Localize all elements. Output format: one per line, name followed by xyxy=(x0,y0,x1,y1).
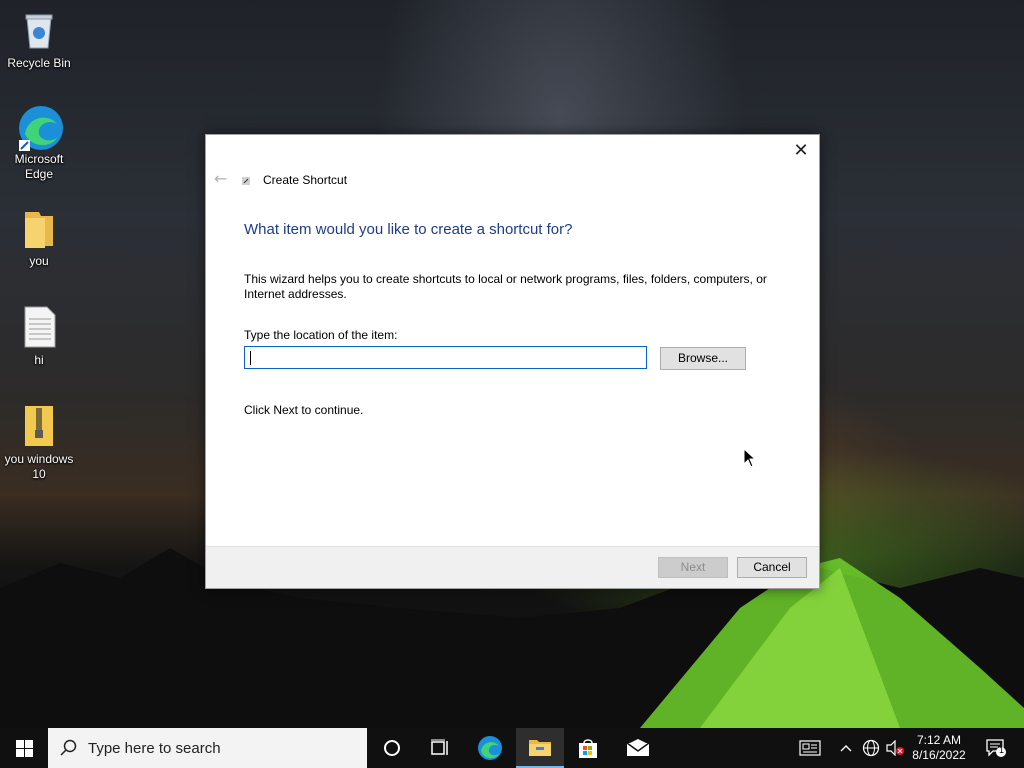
browse-button[interactable]: Browse... xyxy=(660,347,746,370)
folder-icon xyxy=(17,206,61,250)
next-button[interactable]: Next xyxy=(658,557,728,578)
news-button[interactable] xyxy=(796,728,824,768)
volume-muted-icon xyxy=(886,740,904,756)
recycle-bin-icon xyxy=(17,8,61,52)
dialog-title: Create Shortcut xyxy=(263,173,348,187)
create-shortcut-dialog: ✕ ← Create Shortcut What item would you … xyxy=(205,134,820,589)
taskbar-file-explorer-button[interactable] xyxy=(516,728,564,768)
clock-date: 8/16/2022 xyxy=(912,748,966,762)
task-view-button[interactable] xyxy=(416,728,464,768)
mouse-cursor-icon xyxy=(743,448,757,468)
desktop-icon-you[interactable]: you xyxy=(1,206,77,269)
mail-icon xyxy=(626,739,650,756)
dialog-heading: What item would you like to create a sho… xyxy=(244,221,573,238)
desktop-icon-label: you xyxy=(29,254,49,268)
taskbar-store-button[interactable] xyxy=(564,728,612,768)
desktop-icon-recycle-bin[interactable]: Recycle Bin xyxy=(1,8,77,71)
chevron-up-icon xyxy=(840,745,852,752)
edge-icon xyxy=(478,736,502,760)
desktop-icon-you-windows-10[interactable]: you windows 10 xyxy=(1,404,77,482)
back-arrow-icon[interactable]: ← xyxy=(214,171,234,187)
cortana-icon xyxy=(384,740,400,756)
desktop-icon-microsoft-edge[interactable]: Microsoft Edge xyxy=(1,104,77,182)
cortana-button[interactable] xyxy=(368,728,416,768)
windows-logo-icon xyxy=(15,739,33,757)
taskbar-edge-button[interactable] xyxy=(466,728,514,768)
search-icon xyxy=(60,739,77,756)
edge-icon xyxy=(17,104,63,151)
taskbar-search-box[interactable]: Type here to search xyxy=(48,728,367,768)
task-view-icon xyxy=(431,739,448,755)
zip-folder-icon xyxy=(17,404,61,448)
desktop-icon-hi[interactable]: hi xyxy=(1,305,77,368)
taskbar-mail-button[interactable] xyxy=(614,728,662,768)
text-caret xyxy=(250,351,251,365)
shortcut-wizard-icon xyxy=(242,177,250,185)
taskbar: Type here to search 7:12 AM 8/16/2022 1 xyxy=(0,728,1024,768)
start-button[interactable] xyxy=(0,728,48,768)
dialog-description: This wizard helps you to create shortcut… xyxy=(244,272,767,301)
action-center-button[interactable]: 1 xyxy=(980,728,1012,768)
desktop-icon-label: hi xyxy=(34,353,44,367)
notification-count: 1 xyxy=(999,745,1005,755)
volume-button[interactable] xyxy=(884,728,906,768)
location-input[interactable] xyxy=(244,346,647,369)
network-icon xyxy=(862,739,880,757)
desktop-icon-label: Recycle Bin xyxy=(7,56,71,70)
cancel-button[interactable]: Cancel xyxy=(737,557,807,578)
desktop-icon-label: you windows 10 xyxy=(4,452,74,481)
show-hidden-icons-button[interactable] xyxy=(836,728,856,768)
text-file-icon xyxy=(17,305,61,349)
clock-time: 7:12 AM xyxy=(916,733,962,747)
location-field-label: Type the location of the item: xyxy=(244,328,398,342)
desktop-icon-label: Microsoft Edge xyxy=(14,152,64,181)
store-icon xyxy=(579,739,597,758)
continue-hint: Click Next to continue. xyxy=(244,403,364,417)
search-placeholder: Type here to search xyxy=(88,739,221,757)
file-explorer-icon xyxy=(529,740,551,756)
clock[interactable]: 7:12 AM 8/16/2022 xyxy=(906,728,972,768)
network-button[interactable] xyxy=(860,728,882,768)
dialog-footer: Next Cancel xyxy=(206,546,819,588)
close-icon[interactable]: ✕ xyxy=(791,141,811,161)
news-icon xyxy=(799,740,821,756)
